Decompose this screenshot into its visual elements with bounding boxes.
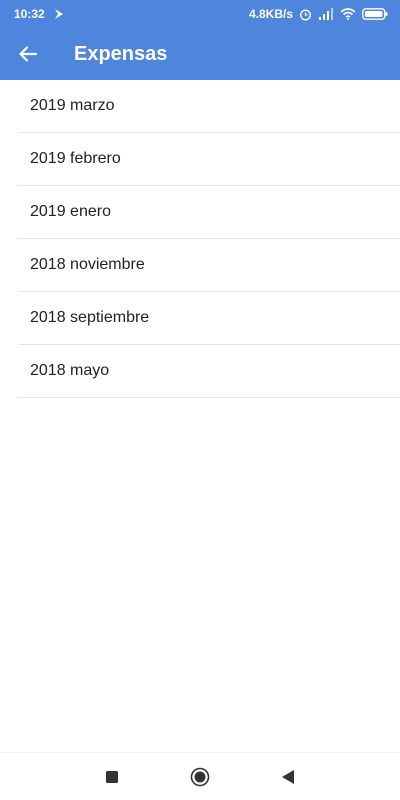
expense-list: 2019 marzo 2019 febrero 2019 enero 2018 … (0, 80, 400, 398)
signal-icon (318, 8, 334, 20)
app-header: 10:32 4.8KB/s Expensas (0, 0, 400, 80)
system-nav-bar (0, 752, 400, 800)
list-item[interactable]: 2018 noviembre (18, 239, 400, 292)
battery-icon (362, 8, 388, 20)
status-time: 10:32 (14, 7, 45, 21)
alarm-icon (299, 8, 312, 21)
arrow-back-icon (18, 44, 38, 64)
list-item[interactable]: 2018 mayo (18, 345, 400, 398)
toolbar: Expensas (0, 28, 400, 80)
home-button[interactable] (187, 764, 213, 790)
list-item[interactable]: 2019 febrero (18, 133, 400, 186)
page-title: Expensas (74, 42, 168, 65)
back-icon (281, 769, 295, 785)
wifi-icon (340, 8, 356, 20)
list-item[interactable]: 2018 septiembre (18, 292, 400, 345)
list-item[interactable]: 2019 marzo (18, 80, 400, 133)
recents-icon (105, 770, 119, 784)
list-item[interactable]: 2019 enero (18, 186, 400, 239)
recents-button[interactable] (99, 764, 125, 790)
network-speed: 4.8KB/s (248, 7, 293, 21)
notification-icon (53, 8, 65, 20)
status-bar: 10:32 4.8KB/s (0, 0, 400, 28)
home-icon (190, 767, 210, 787)
back-button[interactable] (0, 28, 56, 80)
nav-back-button[interactable] (275, 764, 301, 790)
